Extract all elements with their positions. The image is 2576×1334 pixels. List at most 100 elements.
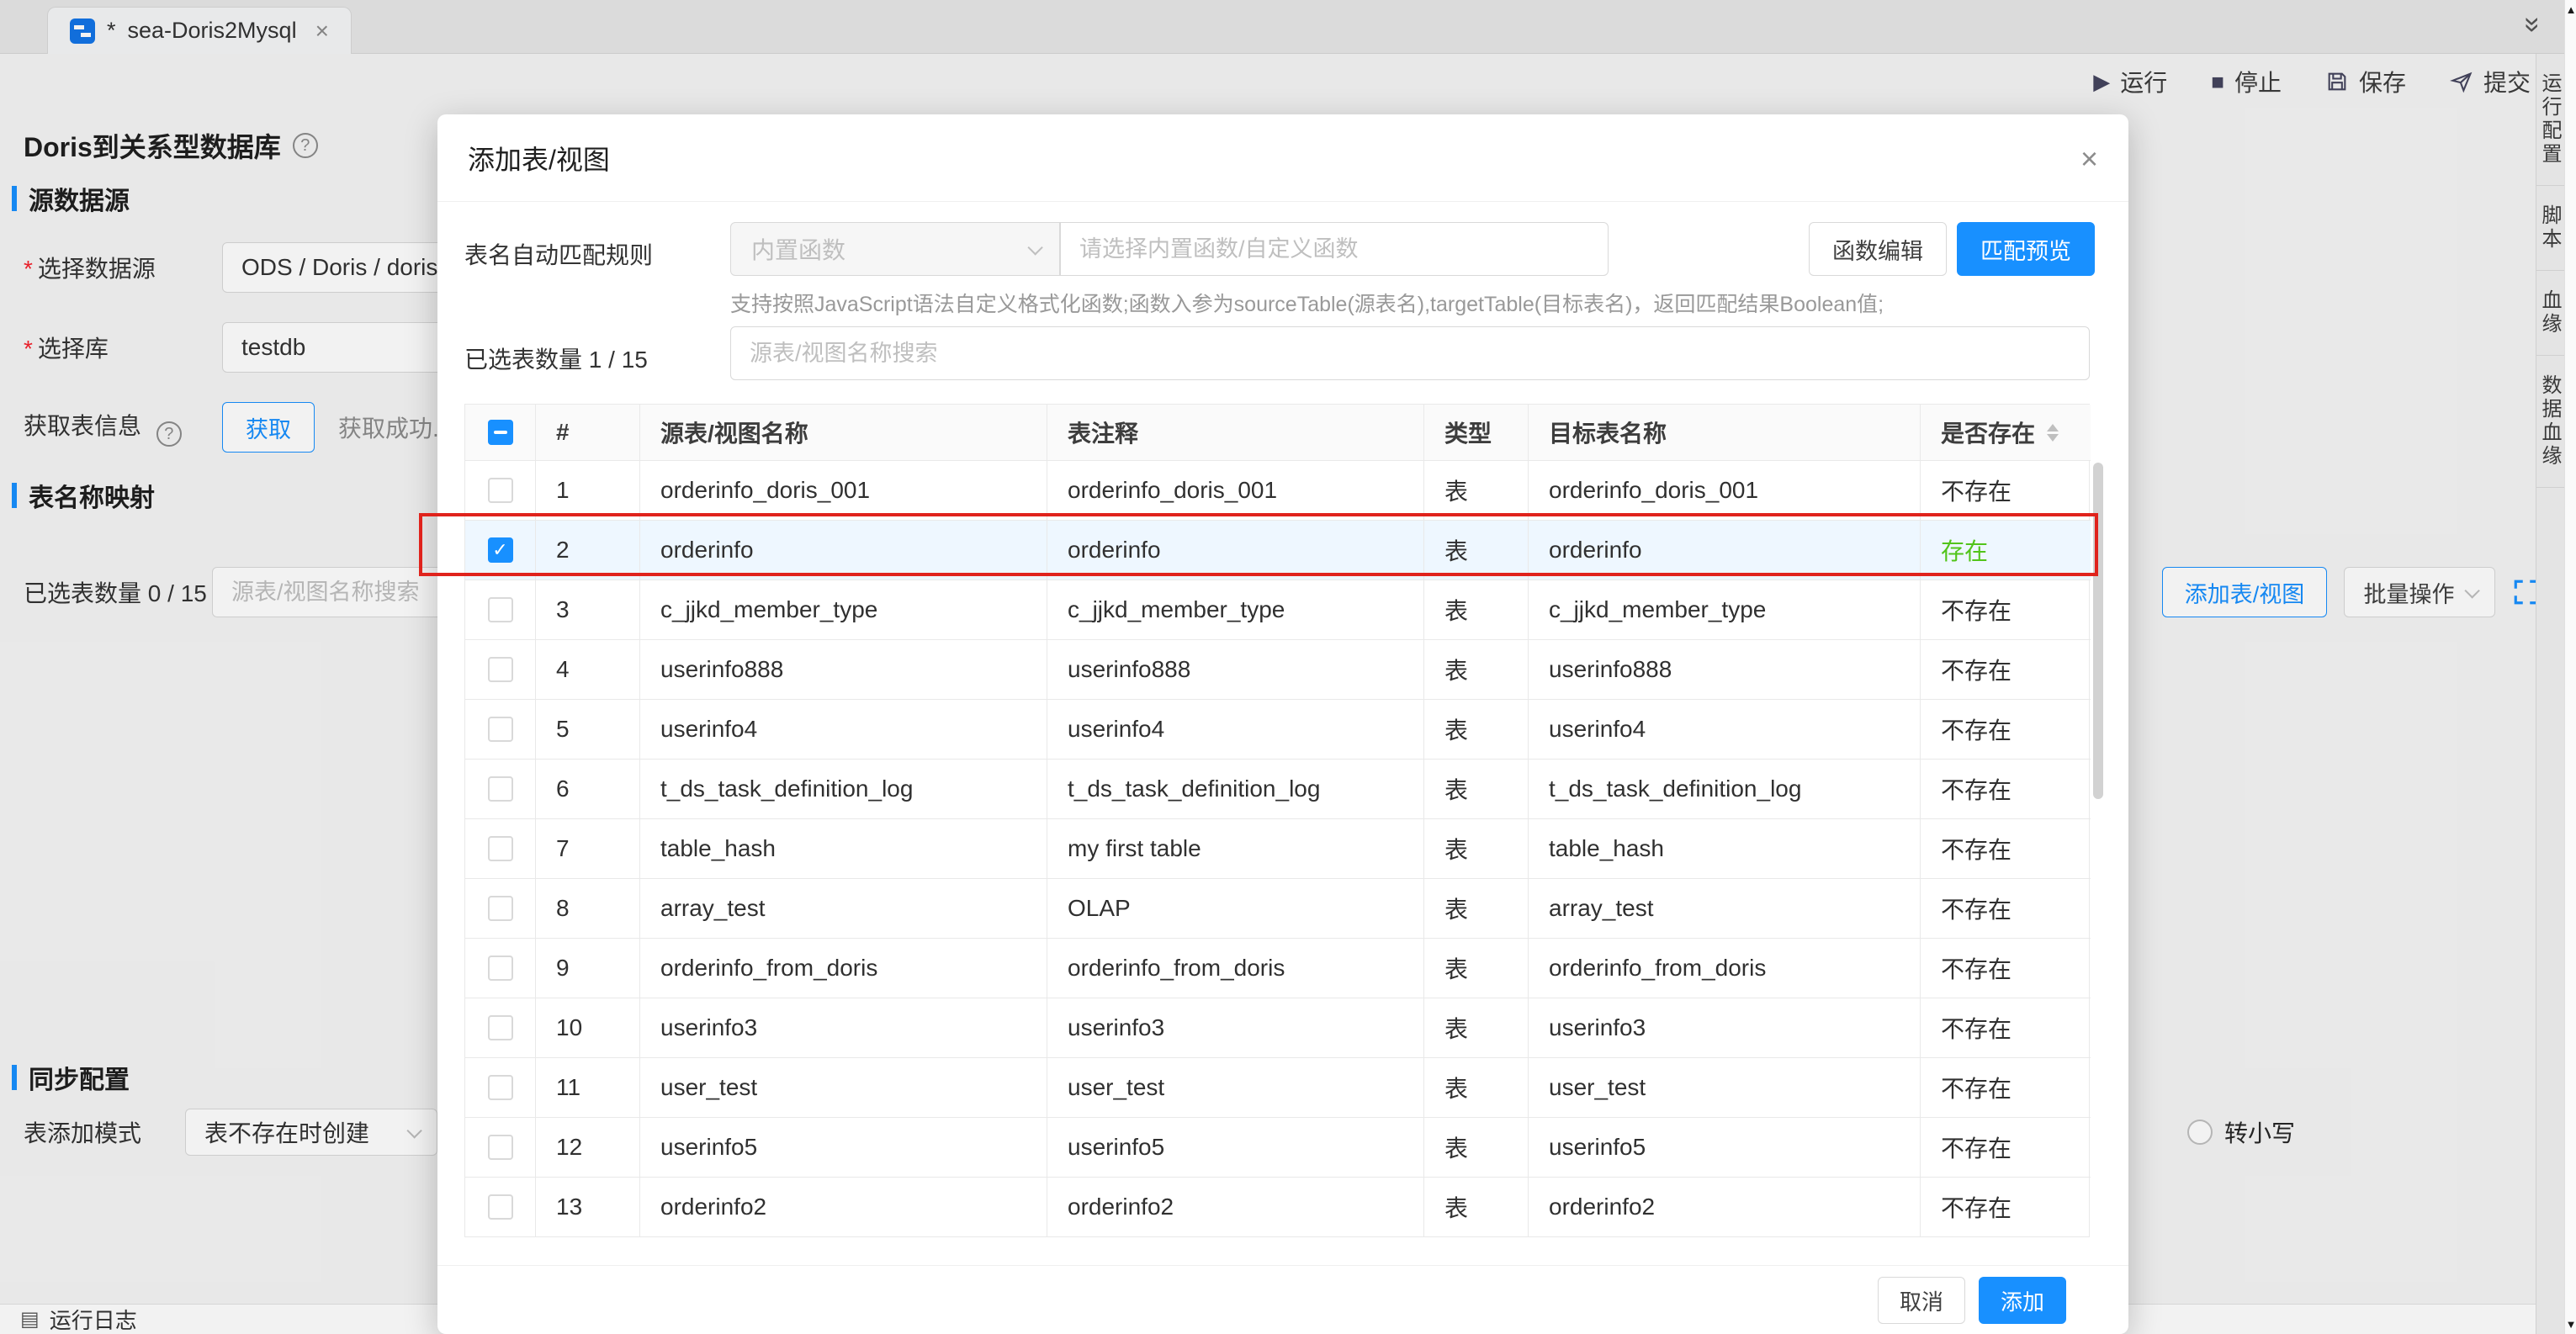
row-comment: orderinfo_doris_001 — [1047, 460, 1424, 520]
row-target-name: table_hash — [1529, 818, 1921, 878]
table-row[interactable]: 7 table_hash my first table 表 table_hash… — [465, 818, 2089, 878]
sort-icons[interactable] — [2047, 424, 2059, 442]
row-comment: userinfo888 — [1047, 639, 1424, 699]
row-index: 2 — [536, 520, 640, 580]
match-rule-label: 表名自动匹配规则 — [464, 237, 653, 271]
table-row[interactable]: 13 orderinfo2 orderinfo2 表 orderinfo2 不存… — [465, 1177, 2089, 1236]
row-comment: userinfo4 — [1047, 699, 1424, 759]
row-index: 6 — [536, 759, 640, 818]
table-row[interactable]: 10 userinfo3 userinfo3 表 userinfo3 不存在 — [465, 998, 2089, 1057]
row-exists: 不存在 — [1921, 1117, 2091, 1177]
row-checkbox[interactable] — [488, 1015, 513, 1040]
row-index: 3 — [536, 580, 640, 639]
row-comment: orderinfo — [1047, 520, 1424, 580]
row-exists: 不存在 — [1921, 998, 2091, 1057]
table-row[interactable]: 3 c_jjkd_member_type c_jjkd_member_type … — [465, 580, 2089, 639]
row-exists: 不存在 — [1921, 639, 2091, 699]
col-header-exists[interactable]: 是否存在 — [1921, 405, 2091, 460]
row-comment: userinfo5 — [1047, 1117, 1424, 1177]
scroll-down-icon[interactable]: ▼ — [2565, 1318, 2576, 1331]
col-header-type: 类型 — [1424, 405, 1529, 460]
row-checkbox[interactable] — [488, 478, 513, 503]
page-scrollbar[interactable]: ▲ ▼ — [2564, 0, 2576, 1334]
row-source-name: t_ds_task_definition_log — [640, 759, 1047, 818]
row-target-name: userinfo5 — [1529, 1117, 1921, 1177]
table-row[interactable]: 6 t_ds_task_definition_log t_ds_task_def… — [465, 759, 2089, 818]
table-row[interactable]: 8 array_test OLAP 表 array_test 不存在 — [465, 878, 2089, 938]
row-checkbox[interactable] — [488, 1194, 513, 1220]
chevron-down-icon — [1027, 240, 1042, 255]
row-checkbox[interactable] — [488, 717, 513, 742]
row-exists: 存在 — [1921, 520, 2091, 580]
row-comment: orderinfo_from_doris — [1047, 938, 1424, 998]
modal-search-input[interactable] — [730, 326, 2090, 380]
row-checkbox[interactable] — [488, 836, 513, 861]
row-source-name: table_hash — [640, 818, 1047, 878]
table-row[interactable]: 4 userinfo888 userinfo888 表 userinfo888 … — [465, 639, 2089, 699]
col-header-target: 目标表名称 — [1529, 405, 1921, 460]
cancel-button[interactable]: 取消 — [1878, 1277, 1965, 1324]
row-checkbox[interactable] — [488, 1135, 513, 1160]
row-source-name: userinfo3 — [640, 998, 1047, 1057]
modal-table-body: 1 orderinfo_doris_001 orderinfo_doris_00… — [465, 460, 2089, 1236]
row-checkbox[interactable] — [488, 657, 513, 682]
row-comment: my first table — [1047, 818, 1424, 878]
col-header-comment: 表注释 — [1047, 405, 1424, 460]
row-index: 13 — [536, 1177, 640, 1236]
function-edit-button[interactable]: 函数编辑 — [1809, 222, 1947, 276]
table-row[interactable]: 12 userinfo5 userinfo5 表 userinfo5 不存在 — [465, 1117, 2089, 1177]
row-exists: 不存在 — [1921, 938, 2091, 998]
row-source-name: orderinfo_doris_001 — [640, 460, 1047, 520]
row-target-name: orderinfo_from_doris — [1529, 938, 1921, 998]
row-comment: orderinfo2 — [1047, 1177, 1424, 1236]
table-row[interactable]: 11 user_test user_test 表 user_test 不存在 — [465, 1057, 2089, 1117]
select-all-checkbox[interactable] — [488, 420, 513, 445]
row-source-name: c_jjkd_member_type — [640, 580, 1047, 639]
row-index: 4 — [536, 639, 640, 699]
table-row[interactable]: 2 orderinfo orderinfo 表 orderinfo 存在 — [465, 520, 2089, 580]
modal-close-icon[interactable]: × — [2080, 141, 2098, 177]
row-checkbox[interactable] — [488, 896, 513, 921]
add-table-view-modal: 添加表/视图 × 表名自动匹配规则 内置函数 函数编辑 匹配预览 支持按照Jav… — [437, 114, 2128, 1334]
row-target-name: orderinfo_doris_001 — [1529, 460, 1921, 520]
scroll-up-icon[interactable]: ▲ — [2565, 3, 2576, 16]
row-exists: 不存在 — [1921, 699, 2091, 759]
row-checkbox[interactable] — [488, 956, 513, 981]
table-row[interactable]: 9 orderinfo_from_doris orderinfo_from_do… — [465, 938, 2089, 998]
function-input[interactable] — [1060, 222, 1609, 276]
row-checkbox[interactable] — [488, 597, 513, 622]
row-source-name: user_test — [640, 1057, 1047, 1117]
modal-footer: 取消 添加 — [437, 1265, 2128, 1334]
row-target-name: array_test — [1529, 878, 1921, 938]
row-type: 表 — [1424, 699, 1529, 759]
table-row[interactable]: 5 userinfo4 userinfo4 表 userinfo4 不存在 — [465, 699, 2089, 759]
row-type: 表 — [1424, 1117, 1529, 1177]
row-exists: 不存在 — [1921, 878, 2091, 938]
row-index: 1 — [536, 460, 640, 520]
row-checkbox[interactable] — [488, 1075, 513, 1100]
row-index: 8 — [536, 878, 640, 938]
col-header-index: # — [536, 405, 640, 460]
row-exists: 不存在 — [1921, 580, 2091, 639]
row-checkbox[interactable] — [488, 776, 513, 802]
row-source-name: orderinfo2 — [640, 1177, 1047, 1236]
row-target-name: userinfo3 — [1529, 998, 1921, 1057]
row-index: 7 — [536, 818, 640, 878]
table-view-table: # 源表/视图名称 表注释 类型 目标表名称 是否存在 1 orderinfo_… — [464, 404, 2090, 1237]
add-button[interactable]: 添加 — [1979, 1277, 2066, 1324]
row-source-name: orderinfo — [640, 520, 1047, 580]
row-type: 表 — [1424, 759, 1529, 818]
row-type: 表 — [1424, 460, 1529, 520]
row-index: 11 — [536, 1057, 640, 1117]
row-type: 表 — [1424, 818, 1529, 878]
match-preview-button[interactable]: 匹配预览 — [1957, 222, 2095, 276]
row-comment: OLAP — [1047, 878, 1424, 938]
row-target-name: user_test — [1529, 1057, 1921, 1117]
row-exists: 不存在 — [1921, 1057, 2091, 1117]
table-row[interactable]: 1 orderinfo_doris_001 orderinfo_doris_00… — [465, 460, 2089, 520]
builtin-function-select[interactable]: 内置函数 — [730, 222, 1060, 276]
table-scrollbar-thumb[interactable] — [2093, 463, 2103, 799]
row-exists: 不存在 — [1921, 460, 2091, 520]
row-type: 表 — [1424, 998, 1529, 1057]
row-checkbox[interactable] — [488, 537, 513, 563]
